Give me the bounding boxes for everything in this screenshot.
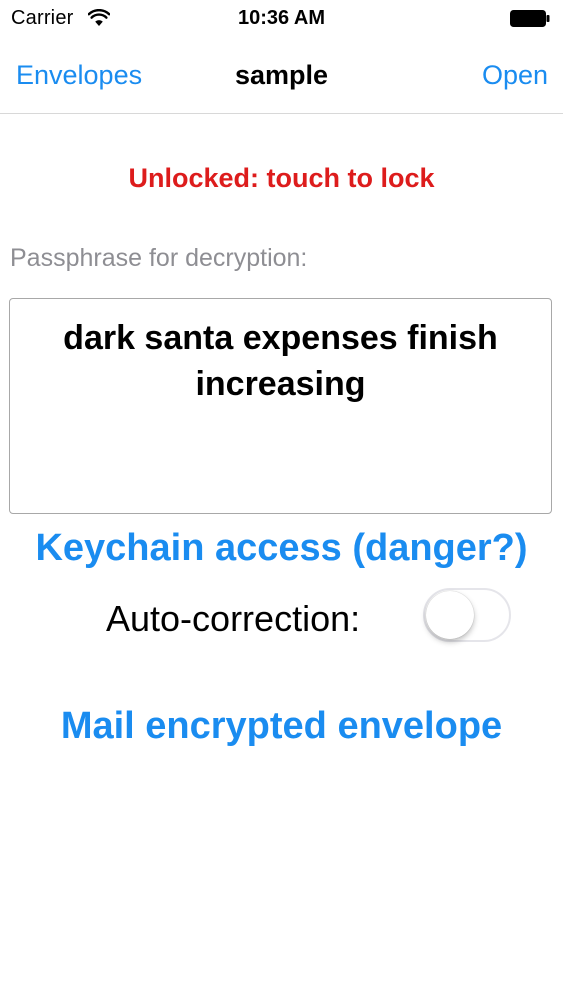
status-bar: Carrier 10:36 AM bbox=[0, 0, 563, 38]
autocorrection-toggle[interactable] bbox=[423, 588, 511, 642]
toggle-knob bbox=[426, 591, 474, 639]
autocorrection-label: Auto-correction: bbox=[106, 598, 361, 639]
open-button[interactable]: Open bbox=[482, 60, 548, 91]
lock-status-button[interactable]: Unlocked: touch to lock bbox=[0, 163, 563, 194]
autocorrection-row: Auto-correction: bbox=[0, 588, 563, 650]
mail-encrypted-envelope-button[interactable]: Mail encrypted envelope bbox=[0, 705, 563, 748]
passphrase-input[interactable]: dark santa expenses finish increasing bbox=[9, 298, 552, 514]
battery-icon bbox=[510, 10, 550, 27]
status-time: 10:36 AM bbox=[237, 7, 326, 29]
passphrase-label: Passphrase for decryption: bbox=[10, 244, 308, 272]
nav-title: sample bbox=[234, 60, 329, 90]
navigation-bar: Envelopes sample Open bbox=[0, 38, 563, 114]
keychain-access-button[interactable]: Keychain access (danger?) bbox=[0, 527, 563, 570]
app-screen: Carrier 10:36 AM Envelopes sample Open U… bbox=[0, 0, 563, 1000]
